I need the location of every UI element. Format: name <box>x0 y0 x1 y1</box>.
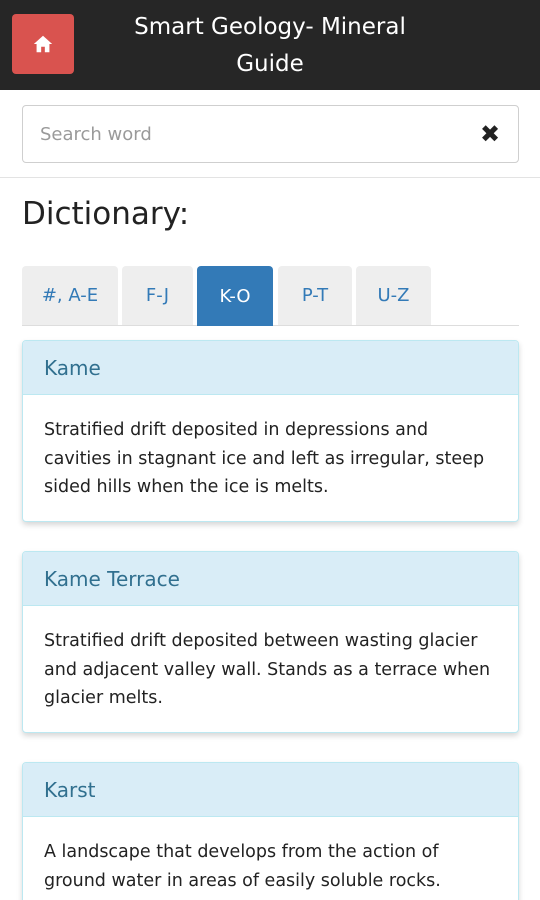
entry-term[interactable]: Kame <box>23 341 518 395</box>
letter-tabs: #, A-E F-J K-O P-T U-Z <box>22 266 519 326</box>
search-bar: ✖ <box>0 90 540 178</box>
tab-u-z[interactable]: U-Z <box>356 266 431 325</box>
home-button[interactable] <box>12 14 74 74</box>
search-box: ✖ <box>22 105 519 163</box>
app-header: Smart Geology- Mineral Guide <box>0 0 540 90</box>
entry-term[interactable]: Kame Terrace <box>23 552 518 606</box>
entry-definition: Stratified drift deposited between wasti… <box>44 631 491 708</box>
dictionary-entry: Kame Terrace Stratified drift deposited … <box>22 551 519 733</box>
clear-search-button[interactable]: ✖ <box>476 120 504 148</box>
entry-term[interactable]: Karst <box>23 763 518 817</box>
tab-p-t[interactable]: P-T <box>278 266 352 325</box>
entry-definition: A landscape that develops from the actio… <box>44 842 441 891</box>
app-title: Smart Geology- Mineral Guide <box>134 14 406 77</box>
tab-k-o[interactable]: K-O <box>197 266 273 326</box>
tab-a-e[interactable]: #, A-E <box>22 266 118 325</box>
dictionary-entry: Kame Stratified drift deposited in depre… <box>22 340 519 522</box>
page-title: Dictionary: <box>22 196 190 232</box>
close-icon: ✖ <box>479 120 501 148</box>
home-icon <box>33 35 53 53</box>
entry-definition: Stratified drift deposited in depression… <box>44 420 485 497</box>
tab-f-j[interactable]: F-J <box>122 266 193 325</box>
dictionary-entry: Karst A landscape that develops from the… <box>22 762 519 900</box>
search-input[interactable] <box>23 106 463 162</box>
